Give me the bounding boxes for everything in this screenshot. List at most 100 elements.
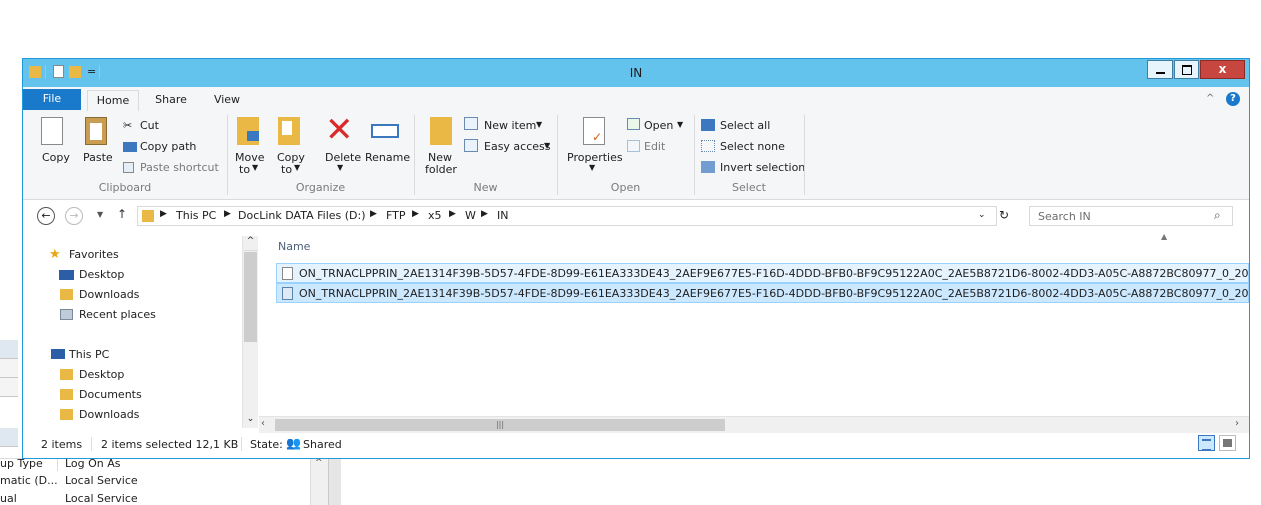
breadcrumb-w[interactable]: W [465, 209, 476, 222]
copy-to-dropdown-icon: ▼ [294, 163, 301, 172]
bg-scrollbar[interactable]: ^ [310, 454, 328, 505]
file-row[interactable]: ON_TRNACLPPRIN_2AE1314F39B-5D57-4FDE-8D9… [276, 283, 1249, 303]
up-button[interactable]: ↑ [117, 207, 127, 221]
file-name: ON_TRNACLPPRIN_2AE1314F39B-5D57-4FDE-8D9… [299, 267, 1249, 280]
star-icon: ★ [49, 247, 61, 262]
easy-access-button[interactable]: Easy access [484, 140, 551, 153]
copy-path-button[interactable]: Copy path [140, 140, 196, 153]
tab-view[interactable]: View [203, 90, 251, 110]
file-list-pane: Name ▲ ON_TRNACLPPRIN_2AE1314F39B-5D57-4… [259, 232, 1249, 434]
nav-favorites-desktop[interactable]: Desktop [79, 268, 124, 281]
copy-button[interactable]: Copy [42, 151, 70, 164]
new-item-button[interactable]: New item [484, 119, 536, 132]
delete-icon: ✕ [325, 110, 354, 150]
file-row[interactable]: ON_TRNACLPPRIN_2AE1314F39B-5D57-4FDE-8D9… [276, 263, 1249, 283]
breadcrumb-ftp[interactable]: FTP [386, 209, 406, 222]
bg-row-1-logon: Local Service [65, 474, 138, 487]
file-icon [282, 267, 293, 280]
address-row: ← → ▼ ↑ ▶ This PC ▶ DocLink DATA Files (… [23, 200, 1249, 232]
chevron-right-icon: ▶ [160, 209, 167, 219]
breadcrumb-in[interactable]: IN [497, 209, 508, 222]
forward-button[interactable]: → [65, 207, 83, 225]
nav-pc-desktop[interactable]: Desktop [79, 368, 124, 381]
chevron-right-icon: ▶ [370, 209, 377, 219]
edit-button[interactable]: Edit [644, 140, 665, 153]
nav-recent-places[interactable]: Recent places [79, 308, 156, 321]
new-group-label: New [473, 181, 498, 194]
paste-button[interactable]: Paste [83, 151, 113, 164]
nav-this-pc[interactable]: This PC [69, 348, 109, 361]
cut-icon: ✂ [123, 119, 133, 132]
rename-button[interactable]: Rename [365, 151, 410, 164]
recent-locations-dropdown-icon[interactable]: ▼ [97, 210, 103, 219]
new-folder-button-line2[interactable]: folder [425, 163, 457, 176]
refresh-icon[interactable]: ↻ [999, 208, 1009, 222]
details-view-button[interactable] [1198, 435, 1215, 451]
status-state-value: Shared [303, 438, 342, 451]
copy-to-button-line2[interactable]: to [281, 163, 292, 176]
bg-row-2-startup: ual [0, 492, 17, 505]
nav-pc-downloads[interactable]: Downloads [79, 408, 139, 421]
close-button[interactable]: x [1200, 60, 1245, 79]
minimize-ribbon-icon[interactable]: ^ [1206, 93, 1214, 104]
select-none-button[interactable]: Select none [720, 140, 785, 153]
maximize-button[interactable] [1174, 60, 1199, 79]
paste-shortcut-button[interactable]: Paste shortcut [140, 161, 219, 174]
nav-favorites[interactable]: Favorites [69, 248, 119, 261]
explorer-window: = IN x File Home Share View ^ ? Copy Pas… [22, 58, 1250, 459]
this-pc-icon [51, 349, 65, 359]
new-folder-icon [430, 117, 452, 145]
open-button[interactable]: Open [644, 119, 673, 132]
paste-icon [85, 117, 107, 145]
easy-access-icon [464, 139, 478, 152]
select-all-button[interactable]: Select all [720, 119, 770, 132]
scroll-up-icon[interactable]: ^ [243, 236, 258, 251]
breadcrumb-this-pc[interactable]: This PC [176, 209, 216, 222]
minimize-button[interactable] [1147, 60, 1173, 79]
desktop-folder-icon [60, 369, 73, 380]
horizontal-scroll-thumb[interactable]: ||| [275, 419, 725, 431]
edit-icon [627, 140, 640, 152]
properties-icon: ✓ [583, 117, 605, 145]
cut-button[interactable]: Cut [140, 119, 159, 132]
select-group-label: Select [732, 181, 766, 194]
status-state-label: State: [250, 438, 283, 451]
copy-icon [41, 117, 63, 145]
organize-group-label: Organize [295, 181, 346, 194]
file-icon [282, 287, 293, 300]
nav-favorites-downloads[interactable]: Downloads [79, 288, 139, 301]
tab-file[interactable]: File [23, 89, 81, 110]
column-header-name[interactable]: Name [278, 240, 310, 253]
scroll-left-icon[interactable]: ‹ [261, 418, 265, 429]
move-to-button-line2[interactable]: to [239, 163, 250, 176]
nav-scroll-thumb[interactable] [244, 252, 257, 342]
desktop-icon [59, 270, 74, 280]
horizontal-scrollbar[interactable]: ‹ ||| › [259, 416, 1249, 433]
open-dropdown-icon: ▼ [677, 120, 684, 129]
invert-selection-icon [701, 161, 715, 173]
close-icon: x [1218, 62, 1227, 76]
address-history-dropdown-icon[interactable]: ⌄ [978, 210, 986, 220]
navigation-pane: ★ Favorites Desktop Downloads Recent pla… [23, 234, 259, 434]
back-button[interactable]: ← [37, 207, 55, 225]
status-selection: 2 items selected 12,1 KB [101, 438, 239, 451]
search-box[interactable]: Search IN ⌕ [1029, 206, 1233, 226]
scroll-right-icon[interactable]: › [1235, 418, 1239, 429]
minimize-icon [1156, 72, 1165, 74]
back-arrow-icon: ← [41, 209, 51, 222]
tab-home[interactable]: Home [87, 90, 139, 112]
sort-ascending-icon: ▲ [1161, 232, 1168, 241]
scroll-down-icon[interactable]: ⌄ [243, 414, 258, 428]
tab-share[interactable]: Share [145, 90, 197, 110]
invert-selection-button[interactable]: Invert selection [720, 161, 805, 174]
nav-pc-documents[interactable]: Documents [79, 388, 142, 401]
breadcrumb-doclink-drive[interactable]: DocLink DATA Files (D:) [238, 209, 366, 222]
status-bar: 2 items 2 items selected 12,1 KB State: … [23, 433, 1249, 457]
nav-scrollbar[interactable]: ^ ⌄ [242, 236, 258, 428]
help-icon[interactable]: ? [1226, 92, 1240, 106]
breadcrumb-x5[interactable]: x5 [428, 209, 442, 222]
search-icon[interactable]: ⌕ [1214, 208, 1221, 223]
address-bar[interactable]: ▶ This PC ▶ DocLink DATA Files (D:) ▶ FT… [137, 206, 1009, 226]
large-icons-view-button[interactable] [1219, 435, 1236, 451]
recent-places-icon [60, 309, 73, 320]
